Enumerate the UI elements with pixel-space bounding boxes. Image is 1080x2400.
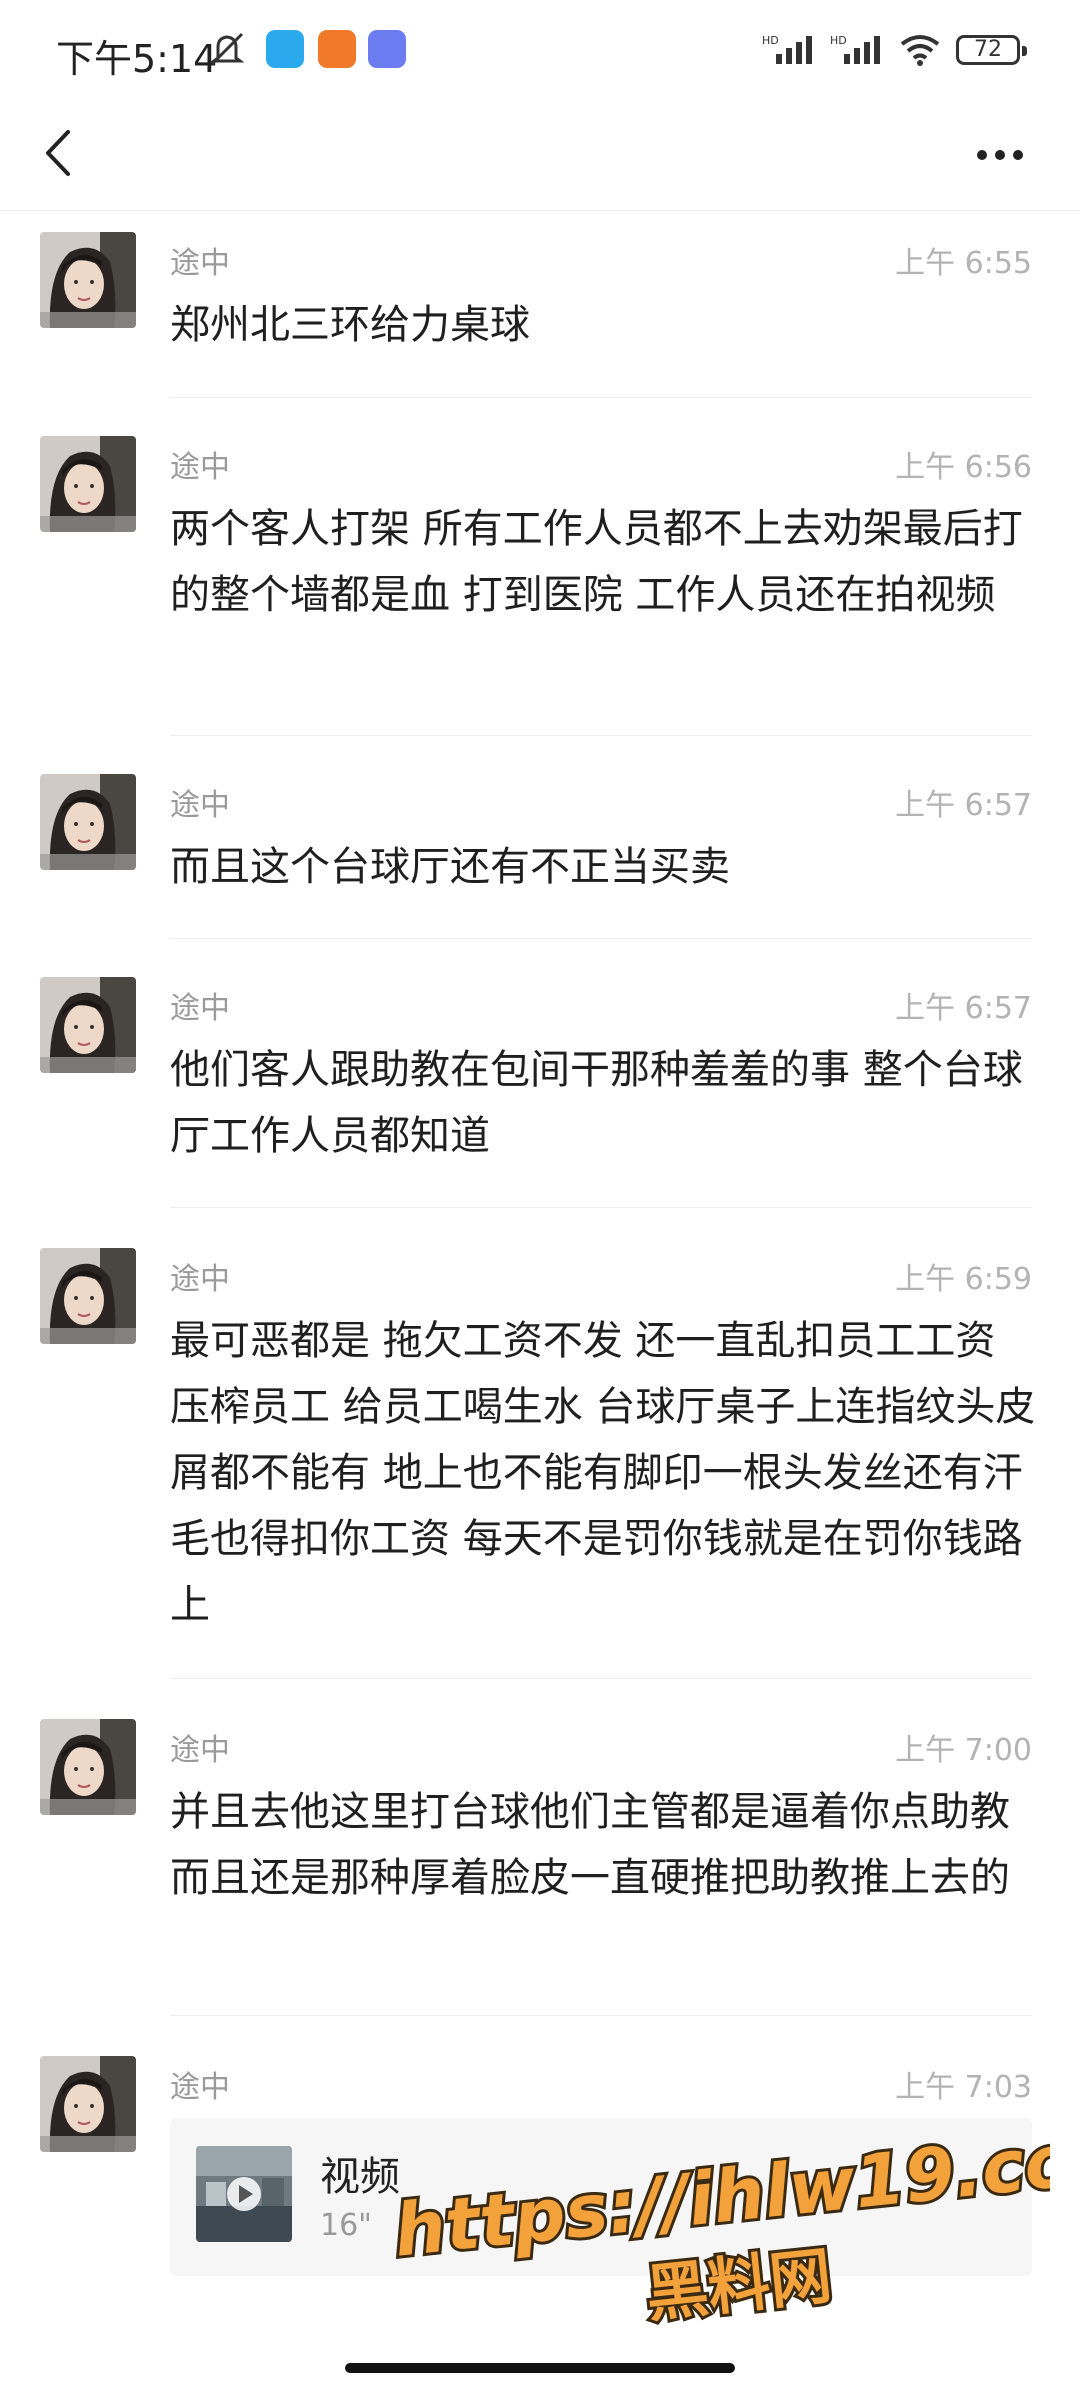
message-time: 上午 6:56	[895, 450, 1032, 485]
wifi-icon	[900, 35, 940, 66]
home-indicator[interactable]	[345, 2363, 735, 2373]
signal-hd-icon: HD	[762, 34, 812, 64]
app-notification-icon	[266, 30, 304, 68]
battery-indicator: 72	[956, 35, 1027, 65]
sender-name: 途中	[170, 788, 230, 823]
divider	[170, 735, 1032, 736]
video-title: 视频	[320, 2154, 400, 2200]
status-bar: 下午5:14 HD HD 72	[0, 0, 1080, 100]
svg-text:HD: HD	[830, 34, 847, 47]
video-duration: 16"	[320, 2208, 372, 2243]
sender-name: 途中	[170, 246, 230, 281]
app-notification-icon	[318, 30, 356, 68]
message-time: 上午 7:00	[895, 1733, 1032, 1768]
message-text: 最可恶都是 拖欠工资不发 还一直乱扣员工工资 压榨员工 给员工喝生水 台球厅桌子…	[170, 1318, 1036, 1628]
message-time: 上午 6:57	[895, 788, 1032, 823]
watermark-name: 黑料网	[643, 2239, 836, 2330]
avatar[interactable]	[40, 436, 136, 532]
signal-hd-icon: HD	[830, 34, 880, 64]
message-text: 两个客人打架 所有工作人员都不上去劝架最后打的整个墙都是血 打到医院 工作人员还…	[170, 506, 1023, 618]
message-text: 而且这个台球厅还有不正当买卖	[170, 844, 730, 890]
message-time: 上午 6:59	[895, 1262, 1032, 1297]
divider	[170, 1207, 1032, 1208]
avatar[interactable]	[40, 1719, 136, 1815]
sender-name: 途中	[170, 1262, 230, 1297]
sender-name: 途中	[170, 2070, 230, 2105]
message-time: 上午 7:03	[895, 2070, 1032, 2105]
divider	[170, 397, 1032, 398]
svg-text:HD: HD	[762, 34, 779, 47]
avatar[interactable]	[40, 2056, 136, 2152]
back-button[interactable]	[28, 118, 98, 188]
sender-name: 途中	[170, 1733, 230, 1768]
message-text: 他们客人跟助教在包间干那种羞羞的事 整个台球厅工作人员都知道	[170, 1047, 1023, 1159]
avatar[interactable]	[40, 232, 136, 328]
message-text: 郑州北三环给力桌球	[170, 302, 530, 348]
sender-name: 途中	[170, 991, 230, 1026]
sender-name: 途中	[170, 450, 230, 485]
watermark: https://ihlw19.com 黑料网	[390, 2130, 1050, 2330]
avatar[interactable]	[40, 1248, 136, 1344]
message-time: 上午 6:55	[895, 246, 1032, 281]
video-thumbnail[interactable]	[196, 2146, 292, 2242]
message-time: 上午 6:57	[895, 991, 1032, 1026]
divider	[170, 938, 1032, 939]
divider	[170, 2015, 1032, 2016]
message-text: 并且去他这里打台球他们主管都是逼着你点助教 而且还是那种厚着脸皮一直硬推把助教推…	[170, 1789, 1010, 1901]
divider	[170, 1678, 1032, 1679]
status-time: 下午5:14	[56, 37, 218, 81]
chat-header	[0, 100, 1080, 211]
avatar[interactable]	[40, 977, 136, 1073]
mute-notification-icon	[209, 32, 245, 66]
app-notification-icon	[368, 30, 406, 68]
more-options-button[interactable]	[960, 120, 1040, 190]
avatar[interactable]	[40, 774, 136, 870]
